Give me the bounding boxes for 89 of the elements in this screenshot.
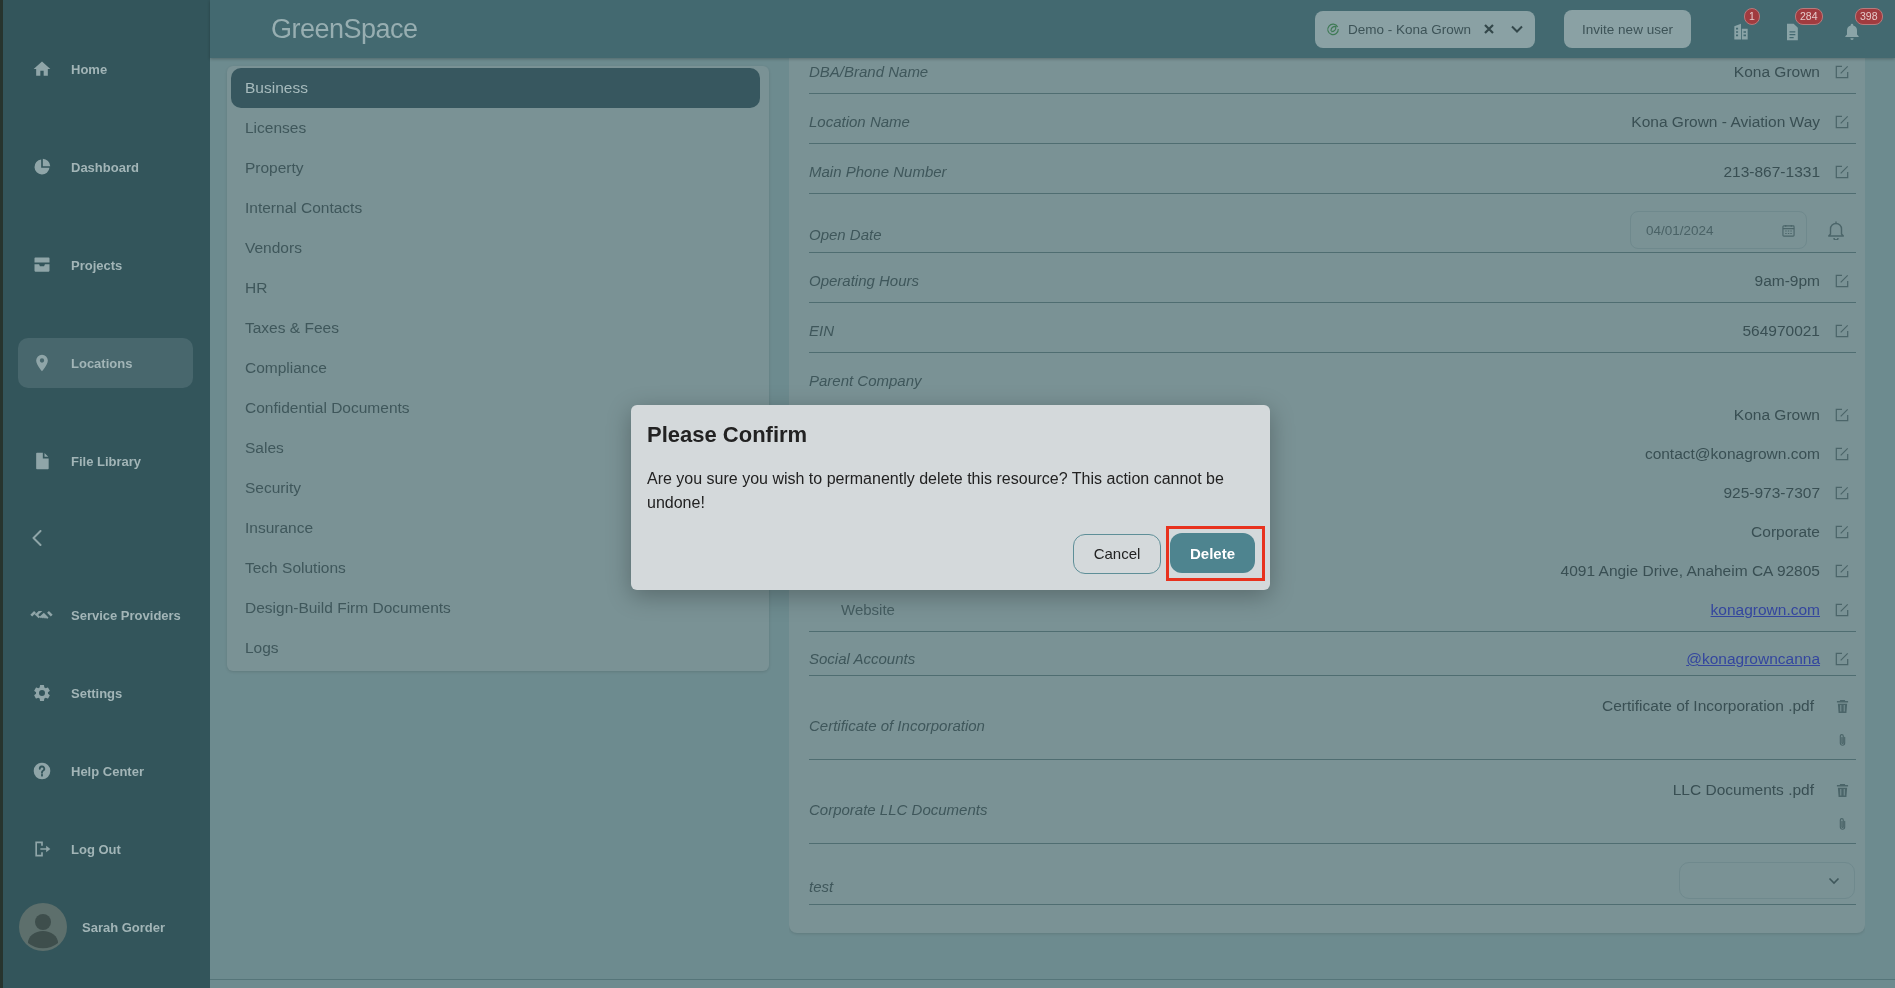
select-field[interactable]	[1679, 862, 1855, 899]
edit-icon[interactable]	[1835, 407, 1849, 422]
section-item[interactable]: Vendors	[231, 228, 760, 268]
edit-icon[interactable]	[1835, 446, 1849, 461]
file-name[interactable]: Certificate of Incorporation .pdf	[1602, 696, 1814, 716]
field-value: Kona Grown	[1733, 404, 1820, 425]
nav-item[interactable]: File Library	[18, 436, 193, 486]
count-badge: 284	[1795, 8, 1823, 25]
home-icon	[32, 59, 52, 79]
logout-icon	[32, 839, 52, 859]
field-label: DBA/Brand Name	[809, 62, 929, 82]
field-value: contact@konagrown.com	[1644, 443, 1820, 464]
nav-item[interactable]: Home	[18, 44, 193, 94]
count-badge: 398	[1855, 8, 1883, 25]
paperclip-icon[interactable]	[1838, 817, 1847, 831]
field-value: Kona Grown	[1733, 62, 1820, 82]
trash-icon[interactable]	[1836, 782, 1849, 798]
field-label: Social Accounts	[809, 649, 916, 669]
value-link[interactable]: @konagrowncanna	[1686, 649, 1820, 669]
logo: GreenSpace	[271, 13, 418, 45]
section-item[interactable]: Design-Build Firm Documents	[231, 588, 760, 628]
count-badge: 1	[1744, 8, 1760, 25]
field-label: EIN	[809, 321, 834, 341]
account-selector[interactable]: Demo - Kona Grown	[1315, 10, 1535, 48]
invite-button[interactable]: Invite new user	[1564, 10, 1691, 48]
field-value: 9am-9pm	[1754, 271, 1820, 291]
section-item[interactable]: Property	[231, 148, 760, 188]
chevron-left-icon[interactable]	[32, 530, 42, 546]
nav-item[interactable]: Locations	[18, 338, 193, 388]
field-value: Corporate	[1751, 521, 1820, 542]
field-value: Kona Grown - Aviation Way	[1631, 112, 1820, 132]
section-item[interactable]: Taxes & Fees	[231, 308, 760, 348]
file-name[interactable]: LLC Documents .pdf	[1672, 780, 1814, 800]
nav-item[interactable]: Projects	[18, 240, 193, 290]
nav-item[interactable]: Dashboard	[18, 142, 193, 192]
chevron-down-icon[interactable]	[1511, 25, 1523, 33]
field-label: Location Name	[809, 112, 910, 132]
section-item[interactable]: HR	[231, 268, 760, 308]
section-item[interactable]: Licenses	[231, 108, 760, 148]
section-item[interactable]: Business	[231, 68, 760, 108]
field-label: Open Date	[809, 225, 882, 245]
bell-icon[interactable]	[1827, 220, 1845, 240]
nav-item[interactable]: Help Center	[18, 746, 193, 796]
settings-icon	[32, 683, 52, 703]
nav-item[interactable]: Service Providers	[18, 590, 193, 640]
edit-icon[interactable]	[1835, 115, 1849, 129]
section-item[interactable]: Internal Contacts	[231, 188, 760, 228]
field-label: Main Phone Number	[809, 162, 947, 182]
leaf-icon	[1326, 22, 1340, 36]
dialog-message: Are you sure you wish to permanently delete this resource? This action cannot be undone!	[647, 469, 1225, 513]
field-label: Certificate of Incorporation	[809, 715, 985, 736]
edit-icon[interactable]	[1835, 65, 1849, 79]
field-label: Corporate LLC Documents	[809, 799, 988, 820]
edit-icon[interactable]	[1835, 652, 1849, 666]
trash-icon[interactable]	[1836, 698, 1849, 714]
building-icon[interactable]	[1731, 22, 1751, 42]
edit-icon[interactable]	[1835, 602, 1849, 617]
edit-icon[interactable]	[1835, 485, 1849, 500]
delete-button[interactable]: Delete	[1170, 533, 1255, 573]
edit-icon[interactable]	[1835, 563, 1849, 578]
edit-icon[interactable]	[1835, 274, 1849, 288]
field-value: 925-973-7307	[1723, 482, 1820, 503]
inbox-icon	[32, 255, 52, 275]
calendar-icon[interactable]	[1782, 223, 1795, 237]
bell-icon[interactable]	[1842, 22, 1862, 42]
field-label: Operating Hours	[809, 271, 920, 291]
close-icon[interactable]	[1484, 24, 1494, 34]
value-link[interactable]: konagrown.com	[1710, 599, 1820, 620]
edit-icon[interactable]	[1835, 324, 1849, 338]
field-value: 213-867-1331	[1723, 162, 1820, 182]
section-item[interactable]: Compliance	[231, 348, 760, 388]
avatar-icon[interactable]	[19, 903, 67, 951]
dialog-title: Please Confirm	[647, 421, 809, 449]
user-name: Sarah Gorder	[82, 919, 166, 935]
cancel-button[interactable]: Cancel	[1073, 533, 1161, 574]
field-label: Parent Company	[809, 371, 923, 391]
edit-icon[interactable]	[1835, 524, 1849, 539]
pie-chart-icon	[32, 157, 52, 177]
nav-item[interactable]: Settings	[18, 668, 193, 718]
handshake-icon	[30, 611, 53, 619]
field-value: 4091 Angie Drive, Anaheim CA 92805	[1560, 560, 1820, 581]
field-label: test	[809, 877, 834, 897]
nav-item[interactable]: Log Out	[18, 824, 193, 874]
chevron-down-icon[interactable]	[1828, 876, 1840, 885]
section-item[interactable]: Logs	[231, 628, 760, 668]
paperclip-icon[interactable]	[1838, 733, 1847, 747]
edit-icon[interactable]	[1835, 165, 1849, 179]
help-icon	[32, 761, 52, 781]
field-value: 564970021	[1742, 321, 1820, 341]
